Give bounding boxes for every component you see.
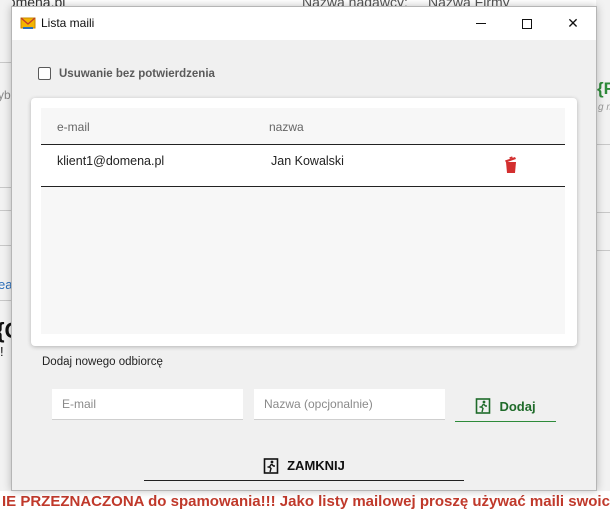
background-right-heading-fragment: {F	[597, 79, 610, 98]
column-header-email[interactable]: e-mail	[57, 120, 90, 134]
mail-list-app-icon	[20, 17, 36, 29]
background-fragment: !	[0, 344, 4, 359]
background-divider	[596, 144, 610, 145]
delete-without-confirmation-option[interactable]: Usuwanie bez potwierdzenia	[38, 67, 215, 80]
column-header-name[interactable]: nazwa	[269, 120, 304, 134]
add-recipient-label: Dodaj nowego odbiorcę	[42, 356, 163, 368]
exit-icon	[263, 457, 279, 474]
close-icon: ✕	[567, 15, 579, 31]
name-input[interactable]	[254, 389, 445, 420]
table-row[interactable]: klient1@domena.pl Jan Kowalski	[41, 145, 565, 187]
recipients-card: e-mail nazwa klient1@domena.pl Jan Kowal…	[31, 98, 577, 346]
door-icon	[476, 398, 491, 414]
delete-without-confirmation-checkbox[interactable]	[38, 67, 51, 80]
add-button-label: Dodaj	[499, 398, 536, 414]
delete-icon[interactable]	[503, 156, 519, 174]
maximize-button[interactable]	[504, 7, 550, 40]
background-warning-text: IE PRZEZNACZONA do spamowania!!! Jako li…	[0, 491, 610, 512]
close-button-label: ZAMKNIJ	[287, 458, 345, 473]
title-bar[interactable]: Lista maili ✕	[12, 7, 596, 40]
background-right-panel	[596, 0, 610, 512]
background-divider	[596, 250, 610, 251]
background-fragment: g m	[598, 102, 610, 113]
minimize-button[interactable]	[458, 7, 504, 40]
close-button[interactable]: ZAMKNIJ	[144, 451, 464, 481]
recipients-table: e-mail nazwa klient1@domena.pl Jan Kowal…	[41, 108, 565, 334]
email-input[interactable]	[52, 389, 243, 420]
row-name: Jan Kowalski	[271, 154, 344, 168]
close-window-button[interactable]: ✕	[550, 7, 596, 40]
maximize-icon	[522, 18, 532, 29]
background-divider	[596, 212, 610, 213]
delete-without-confirmation-label[interactable]: Usuwanie bez potwierdzenia	[59, 68, 215, 80]
add-button[interactable]: Dodaj	[455, 391, 556, 422]
minimize-icon	[476, 23, 486, 24]
mail-list-dialog: Lista maili ✕ Usuwanie bez potwierdzenia…	[11, 6, 597, 491]
window-title: Lista maili	[41, 16, 95, 30]
row-email: klient1@domena.pl	[57, 154, 165, 168]
background-fragment: yb	[0, 88, 11, 102]
